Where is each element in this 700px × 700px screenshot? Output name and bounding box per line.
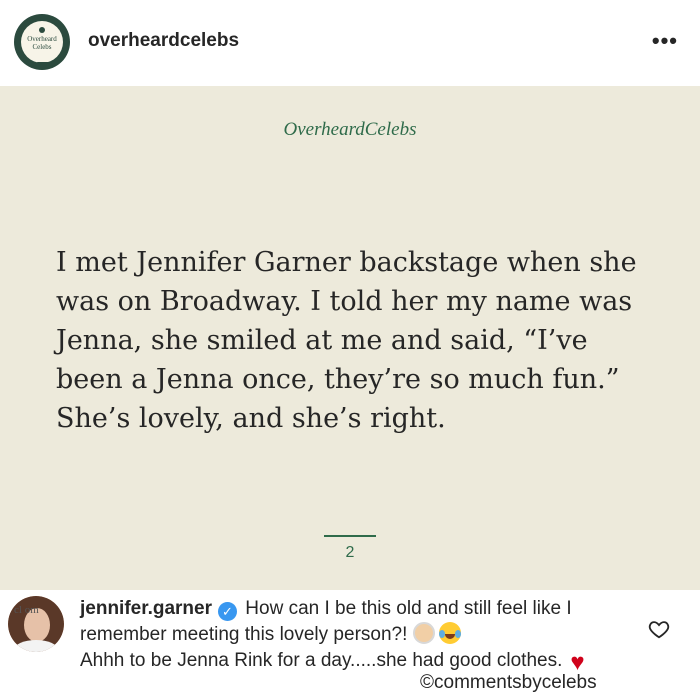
verified-badge-icon: ✓ (218, 602, 237, 621)
commenter-username[interactable]: jennifer.garner (80, 598, 212, 619)
profile-avatar[interactable]: Overheard Celebs (14, 14, 70, 70)
emoji-mouth (444, 634, 455, 639)
avatar-watermark: cl om (14, 604, 39, 616)
logo-speech-tail (37, 62, 49, 70)
tear-left (438, 630, 445, 638)
page-number: 2 (345, 544, 355, 561)
tear-right (454, 630, 461, 638)
logo-dot (39, 27, 45, 33)
older-woman-emoji-icon (412, 622, 435, 644)
comment-text: jennifer.garner ✓ How can I be this old a… (80, 596, 640, 676)
logo-text: Overheard Celebs (27, 35, 57, 51)
heart-outline-icon[interactable] (648, 618, 670, 640)
profile-username[interactable]: overheardcelebs (88, 30, 239, 52)
comment: cl om jennifer.garner ✓ How can I be this… (0, 590, 700, 700)
divider (324, 535, 376, 537)
tears-of-joy-emoji-icon (438, 622, 461, 644)
more-options-icon[interactable]: ••• (652, 28, 678, 54)
post-image[interactable]: OverheardCelebs I met Jennifer Garner ba… (0, 86, 700, 590)
logo-badge: Overheard Celebs (21, 21, 63, 63)
post-quote: I met Jennifer Garner backstage when she… (56, 247, 637, 434)
red-heart-emoji-icon: ♥ (570, 649, 585, 676)
watermark: ©commentsbycelebs (420, 672, 597, 693)
post-brand: OverheardCelebs (283, 119, 417, 140)
commenter-avatar[interactable]: cl om (8, 596, 64, 652)
comment-text-part2: Ahhh to be Jenna Rink for a day.....she … (80, 650, 563, 671)
post-header: Overheard Celebs overheardcelebs ••• (0, 0, 700, 86)
